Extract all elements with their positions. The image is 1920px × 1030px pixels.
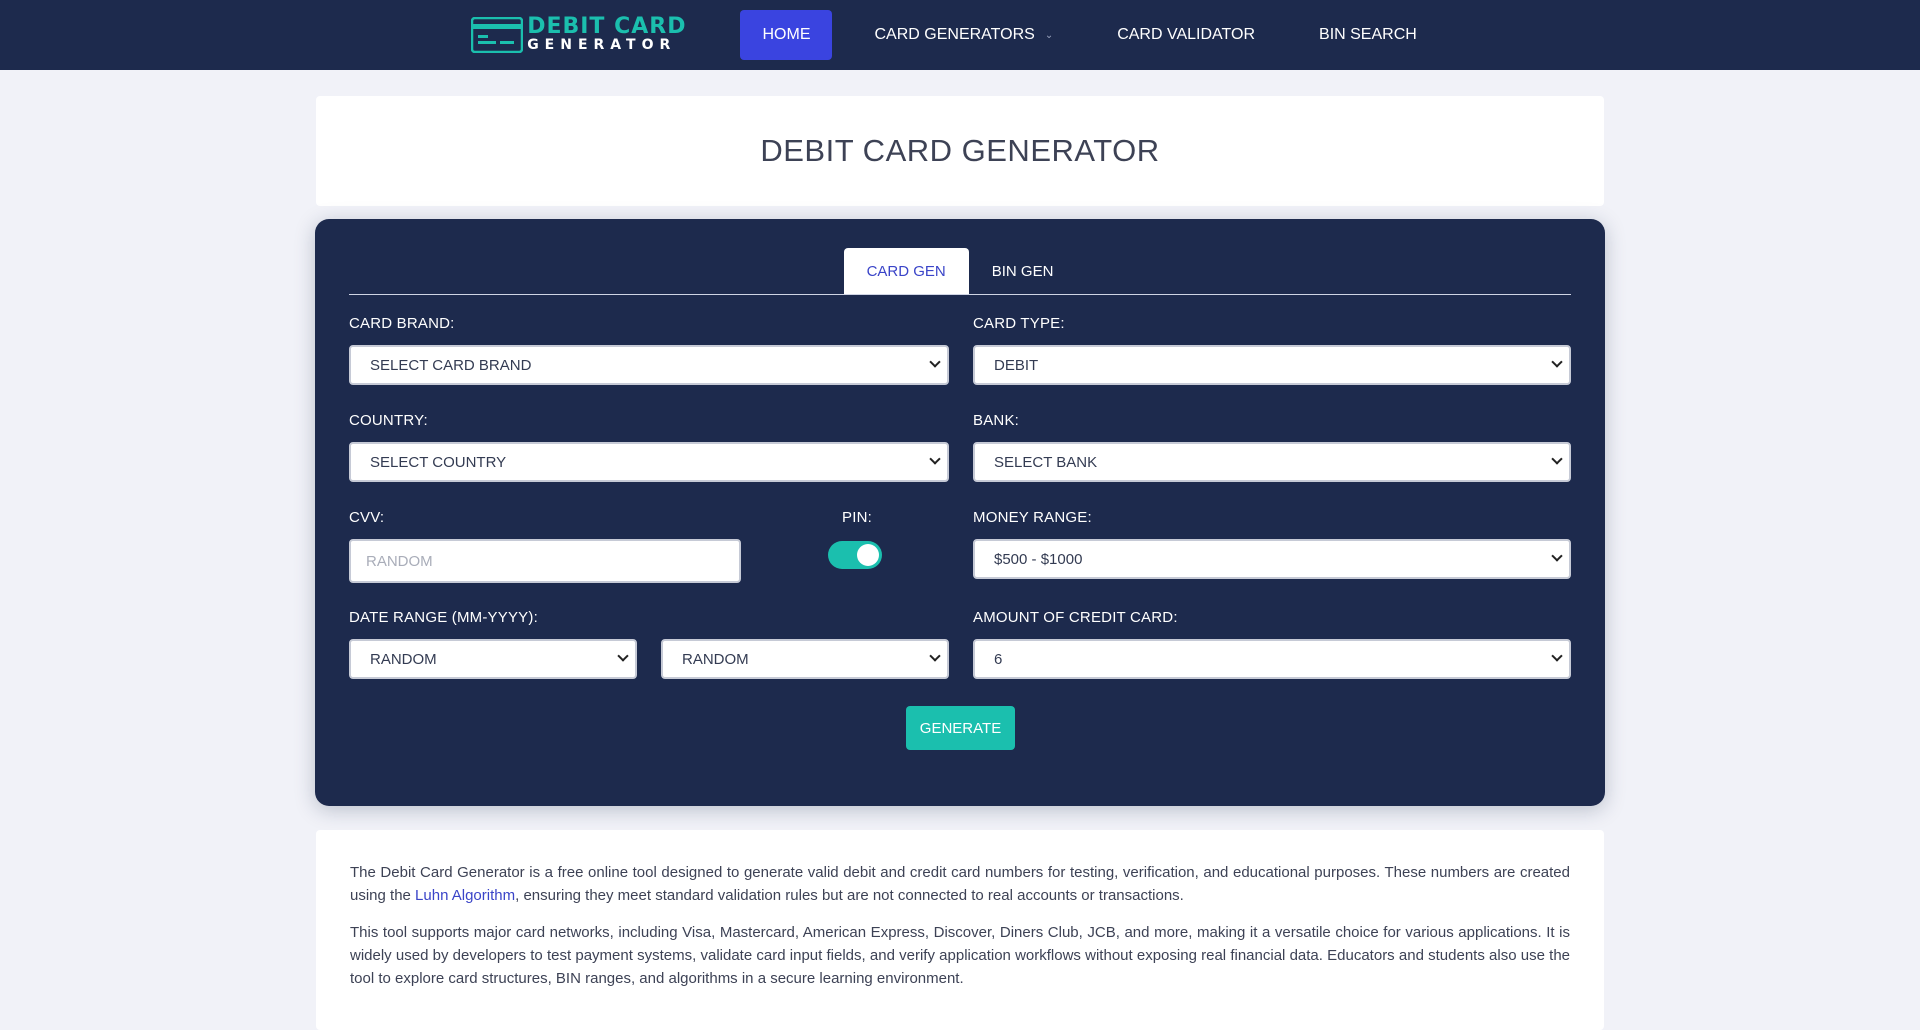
- luhn-algorithm-link[interactable]: Luhn Algorithm: [415, 887, 515, 904]
- site-logo[interactable]: DEBIT CARD GENERATOR: [471, 14, 687, 53]
- country-label: COUNTRY:: [349, 412, 428, 429]
- nav-home-label: HOME: [762, 26, 811, 43]
- cvv-label: CVV:: [349, 509, 385, 526]
- date-range-label: DATE RANGE (MM-YYYY):: [349, 609, 538, 626]
- money-range-label: MONEY RANGE:: [973, 509, 1092, 526]
- cvv-input[interactable]: RANDOM: [349, 539, 741, 583]
- tab-card-gen[interactable]: CARD GEN: [843, 248, 969, 294]
- chevron-down-icon: [929, 650, 941, 662]
- nav-bin-search[interactable]: BIN SEARCH: [1297, 10, 1439, 60]
- money-range-value: $500 - $1000: [994, 550, 1083, 568]
- nav-card-validator-label: CARD VALIDATOR: [1117, 26, 1256, 43]
- chevron-down-icon: [1551, 550, 1563, 562]
- pin-label: PIN:: [842, 509, 872, 526]
- tab-bar: CARD GEN BIN GEN: [349, 248, 1571, 295]
- nav-card-validator[interactable]: CARD VALIDATOR: [1095, 10, 1277, 60]
- chevron-down-icon: [929, 356, 941, 368]
- country-select[interactable]: SELECT COUNTRY: [349, 442, 949, 482]
- toggle-knob: [857, 544, 879, 566]
- nav-card-generators-label: CARD GENERATORS: [874, 26, 1035, 43]
- card-brand-value: SELECT CARD BRAND: [370, 356, 532, 374]
- card-type-value: DEBIT: [994, 356, 1039, 374]
- nav-card-generators[interactable]: CARD GENERATORS ⌄: [852, 10, 1075, 60]
- date-from-value: RANDOM: [370, 650, 437, 668]
- date-to-select[interactable]: RANDOM: [661, 639, 949, 679]
- bank-label: BANK:: [973, 412, 1020, 429]
- description-paragraph-2: This tool supports major card networks, …: [350, 924, 1570, 987]
- cvv-placeholder: RANDOM: [366, 552, 433, 570]
- page-title: DEBIT CARD GENERATOR: [760, 133, 1160, 168]
- amount-value: 6: [994, 650, 1003, 668]
- description-card: The Debit Card Generator is a free onlin…: [316, 830, 1604, 1030]
- bank-select[interactable]: SELECT BANK: [973, 442, 1571, 482]
- logo-subtitle: GENERATOR: [527, 37, 677, 53]
- bank-value: SELECT BANK: [994, 453, 1098, 471]
- amount-label: AMOUNT OF CREDIT CARD:: [973, 609, 1178, 626]
- p1-text-after: , ensuring they meet standard validation…: [515, 887, 1184, 904]
- card-type-label: CARD TYPE:: [973, 315, 1065, 332]
- generator-panel: CARD GEN BIN GEN CARD BRAND: SELECT CARD…: [315, 219, 1605, 806]
- nav-home[interactable]: HOME: [740, 10, 833, 60]
- chevron-down-icon: [1551, 453, 1563, 465]
- generate-button[interactable]: GENERATE: [906, 706, 1015, 750]
- nav-bin-search-label: BIN SEARCH: [1319, 26, 1417, 43]
- amount-select[interactable]: 6: [973, 639, 1571, 679]
- title-card: DEBIT CARD GENERATOR: [316, 96, 1604, 206]
- card-type-select[interactable]: DEBIT: [973, 345, 1571, 385]
- country-value: SELECT COUNTRY: [370, 453, 507, 471]
- date-to-value: RANDOM: [682, 650, 749, 668]
- card-icon: [471, 17, 524, 53]
- card-brand-select[interactable]: SELECT CARD BRAND: [349, 345, 949, 385]
- money-range-select[interactable]: $500 - $1000: [973, 539, 1571, 579]
- pin-toggle[interactable]: [828, 541, 882, 569]
- chevron-down-icon: [617, 650, 629, 662]
- card-brand-label: CARD BRAND:: [349, 315, 455, 332]
- chevron-down-icon: [1551, 650, 1563, 662]
- chevron-down-icon: [929, 453, 941, 465]
- top-navbar: DEBIT CARD GENERATOR HOME CARD GENERATOR…: [0, 0, 1920, 70]
- logo-title: DEBIT CARD: [527, 14, 687, 39]
- description-paragraph-1: The Debit Card Generator is a free onlin…: [350, 861, 1570, 907]
- tab-bin-gen[interactable]: BIN GEN: [969, 248, 1077, 294]
- chevron-down-icon: [1551, 356, 1563, 368]
- date-from-select[interactable]: RANDOM: [349, 639, 637, 679]
- chevron-down-icon: ⌄: [1044, 29, 1054, 41]
